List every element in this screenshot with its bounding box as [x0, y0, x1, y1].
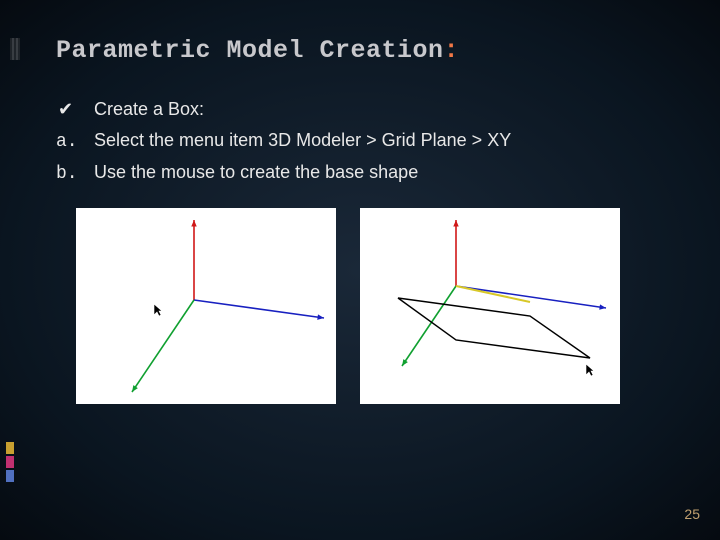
decorative-stripe-bottom [6, 442, 14, 482]
check-icon: ✔ [56, 99, 94, 120]
page-number: 25 [684, 506, 700, 522]
page-title: Parametric Model Creation: [56, 36, 664, 65]
bullet-b-text: Use the mouse to create the base shape [94, 162, 418, 183]
axes-rect-icon [360, 208, 620, 404]
images-row [76, 208, 664, 404]
diagram-left [76, 208, 336, 404]
diagram-right [360, 208, 620, 404]
bullet-main: ✔ Create a Box: [56, 99, 664, 120]
decorative-stripe [10, 38, 20, 60]
bullet-a-text: Select the menu item 3D Modeler > Grid P… [94, 130, 511, 151]
title-text: Parametric Model Creation [56, 36, 444, 65]
bullet-a: a. Select the menu item 3D Modeler > Gri… [56, 130, 664, 152]
title-colon: : [444, 36, 460, 65]
axes-empty-icon [76, 208, 336, 404]
bullet-b: b. Use the mouse to create the base shap… [56, 162, 664, 184]
bullet-b-label: b. [56, 164, 94, 184]
bullet-a-label: a. [56, 132, 94, 152]
bullet-main-text: Create a Box: [94, 99, 204, 120]
slide-container: Parametric Model Creation: ✔ Create a Bo… [0, 0, 720, 540]
